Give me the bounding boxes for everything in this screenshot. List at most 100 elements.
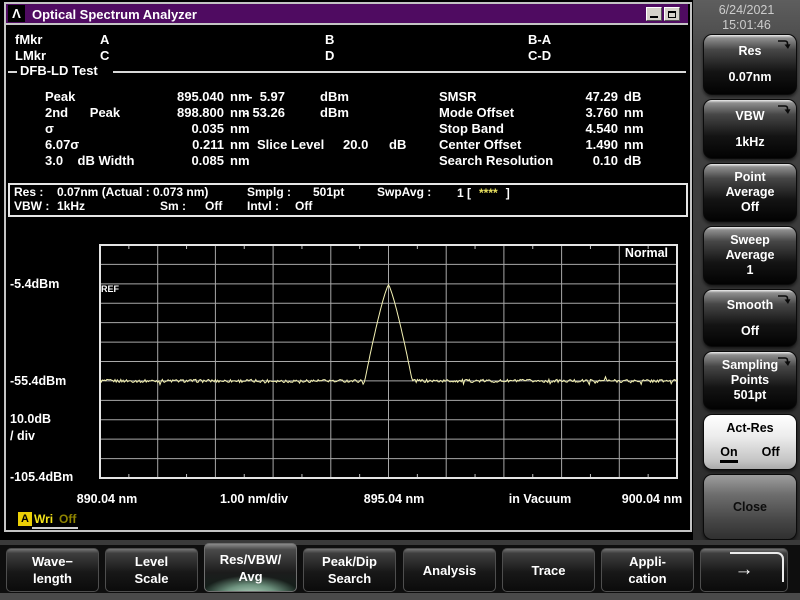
tab-highlight-edge	[730, 552, 784, 582]
memo-separator-line	[113, 71, 686, 73]
swpavg-count: 1 [	[457, 186, 471, 200]
analysis-item-unit: dB	[624, 90, 641, 104]
analysis-item-level: - 5.97	[238, 90, 285, 104]
res-setting-label: Res :	[14, 186, 43, 199]
analysis-item-label: Mode Offset	[439, 106, 514, 120]
analysis-item-label: SMSR	[439, 90, 477, 104]
analysis-item-value: 4.540	[540, 122, 618, 136]
swpavg-setting-label: SwpAvg :	[377, 186, 431, 199]
softkey-line: Sweep	[730, 233, 770, 248]
slice-level-unit: dB	[389, 138, 406, 152]
tab-label: Peak/Dip	[322, 553, 377, 570]
analysis-item-label: Center Offset	[439, 138, 521, 152]
y-axis-label: -105.4dBm	[10, 470, 73, 484]
analysis-item-level-unit: dBm	[320, 106, 349, 120]
marker-d-label: D	[325, 49, 334, 63]
tab-peak-dip-search[interactable]: Peak/DipSearch	[303, 548, 396, 592]
softkey-line: Points	[731, 373, 769, 388]
analysis-item-unit: dB	[624, 154, 641, 168]
tab-label: cation	[628, 570, 666, 587]
analysis-item-label: 3.0 dB Width	[45, 154, 134, 168]
smplg-setting-value: 501pt	[313, 186, 344, 199]
softkey-line: VBW	[735, 109, 764, 124]
ref-level-label: REF	[101, 284, 119, 294]
submenu-arrow-icon	[777, 293, 791, 305]
softkey-line: Average	[726, 185, 775, 200]
marker-c-label: C	[100, 49, 109, 63]
x-axis-label: 895.04 nm	[364, 492, 424, 506]
chart-grid	[100, 245, 677, 478]
tab-application[interactable]: Appli-cation	[601, 548, 694, 592]
trace-state-label: Off	[59, 512, 76, 526]
analysis-item-unit: nm	[230, 154, 250, 168]
softkey-line: Point	[734, 170, 765, 185]
sm-setting-label: Sm :	[160, 200, 186, 213]
marker-a-label: A	[100, 33, 109, 47]
y-axis-label: 10.0dB	[10, 412, 51, 426]
sweep-settings-bar: Res : 0.07nm (Actual : 0.073 nm) Smplg :…	[8, 183, 688, 217]
softkey-line: Average	[726, 248, 775, 263]
softkey-line: 0.07nm	[728, 70, 771, 85]
analysis-item-unit: nm	[624, 138, 644, 152]
softkey-line: Res	[739, 44, 762, 59]
tab-trace[interactable]: Trace	[502, 548, 595, 592]
softkey-point-average[interactable]: PointAverageOff	[703, 163, 797, 222]
maximize-button[interactable]	[664, 7, 680, 21]
swpavg-setting-value: 1 [ **** ]	[457, 186, 510, 200]
function-tab-bar: Wave−lengthLevelScaleRes/VBW/AvgPeak/Dip…	[0, 540, 800, 600]
analysis-item-value: 0.085	[150, 154, 224, 168]
analysis-item-level: - 53.26	[238, 106, 285, 120]
y-axis-label: -5.4dBm	[10, 277, 59, 291]
tab-label: length	[33, 570, 72, 587]
tab-more[interactable]: →	[700, 548, 788, 592]
analysis-item-unit: nm	[624, 106, 644, 120]
submenu-arrow-icon	[777, 355, 791, 367]
tab-level-scale[interactable]: LevelScale	[105, 548, 198, 592]
toggle-off-option[interactable]: Off	[762, 445, 780, 463]
tab-label: Scale	[135, 570, 169, 587]
slice-level-value: 20.0	[343, 138, 368, 152]
date-display: 6/24/2021	[693, 3, 800, 18]
softkey-vbw[interactable]: VBW1kHz	[703, 99, 797, 159]
act-res-toggle: On Off	[720, 445, 779, 463]
swpavg-progress-stars: ****	[479, 186, 498, 200]
datetime-display: 6/24/2021 15:01:46	[693, 3, 800, 33]
trace-a-badge: A	[18, 512, 32, 526]
swpavg-bracket: ]	[506, 186, 510, 200]
time-display: 15:01:46	[693, 18, 800, 33]
softkey-act-res[interactable]: Act-ResOnOff	[703, 414, 797, 470]
softkey-smooth[interactable]: SmoothOff	[703, 289, 797, 347]
tab-wavelength[interactable]: Wave−length	[6, 548, 99, 592]
softkey-line: Close	[733, 500, 767, 515]
memo-separator-line	[8, 71, 17, 73]
trace-write-mode-label: Wri	[34, 512, 53, 526]
toggle-on-option[interactable]: On	[720, 445, 737, 463]
analysis-item-value: 895.040	[150, 90, 224, 104]
sm-setting-value: Off	[205, 200, 222, 213]
x-axis-label: 900.04 nm	[622, 492, 682, 506]
softkey-close[interactable]: Close	[703, 474, 797, 540]
softkey-line: Off	[741, 324, 759, 339]
analysis-item-label: 6.07σ	[45, 138, 79, 152]
softkey-line: 1	[747, 263, 754, 278]
tab-analysis[interactable]: Analysis	[403, 548, 496, 592]
minimize-button[interactable]	[646, 7, 662, 21]
tab-res-vbw-avg[interactable]: Res/VBW/Avg	[204, 543, 297, 592]
analysis-item-unit: nm	[230, 138, 250, 152]
spectrum-plot	[90, 240, 686, 486]
x-axis-label: in Vacuum	[509, 492, 572, 506]
softkey-res[interactable]: Res 0.07nm	[703, 34, 797, 95]
softkey-sweep-average[interactable]: SweepAverage1	[703, 226, 797, 285]
vbw-setting-label: VBW :	[14, 200, 49, 213]
minimize-icon	[650, 16, 658, 18]
slice-level-label: Slice Level	[257, 138, 324, 152]
softkey-panel: 6/24/2021 15:01:46 Res0.07nmVBW1kHzPoint…	[693, 0, 800, 540]
maximize-icon	[668, 11, 676, 18]
test-memo-label: DFB-LD Test	[20, 64, 98, 78]
smplg-setting-label: Smplg :	[247, 186, 291, 199]
softkey-sampling-points[interactable]: SamplingPoints501pt	[703, 351, 797, 410]
fmkr-label: fMkr	[15, 33, 42, 47]
tab-label: Trace	[532, 562, 566, 579]
marker-ba-label: B-A	[528, 33, 551, 47]
softkey-line: Off	[741, 200, 759, 215]
